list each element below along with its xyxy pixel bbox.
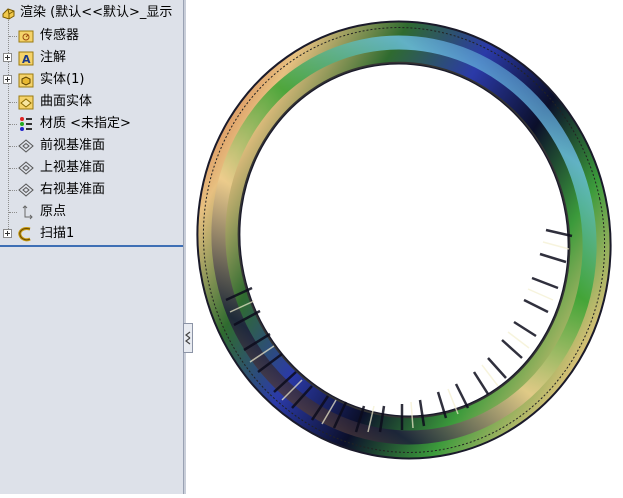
tree-item-front-plane[interactable]: 前视基准面 <box>0 135 183 157</box>
plane-icon <box>18 182 34 198</box>
solid-bodies-folder-icon <box>18 72 34 88</box>
expand-plus-icon[interactable] <box>3 75 12 84</box>
tree-item-label: 传感器 <box>40 28 80 43</box>
annotation-folder-icon: A <box>18 50 34 66</box>
twisted-ring-model <box>196 20 612 460</box>
sweep-feature-icon <box>18 226 34 242</box>
tree-item-surface-bodies[interactable]: 曲面实体 <box>0 91 183 113</box>
tree-item-solid-bodies[interactable]: 实体(1) <box>0 69 183 91</box>
tree-item-label: 右视基准面 <box>40 182 106 197</box>
tree-item-label: 材质 <未指定> <box>40 116 131 131</box>
tree-item-label: 扫描1 <box>40 226 75 241</box>
tree-item-label: 上视基准面 <box>40 160 106 175</box>
tree-item-label: 原点 <box>40 204 67 219</box>
tree-item-origin[interactable]: 原点 <box>0 201 183 223</box>
plane-icon <box>18 160 34 176</box>
tree-item-top-plane[interactable]: 上视基准面 <box>0 157 183 179</box>
origin-icon <box>18 204 34 220</box>
sensor-folder-icon <box>18 28 34 44</box>
expand-plus-icon[interactable] <box>3 53 12 62</box>
feature-manager-tree: 渲染 (默认<<默认>_显示 传感器 A 注解 实体(1) 曲面实体 材质 <未… <box>0 0 183 494</box>
expand-plus-icon[interactable] <box>3 229 12 238</box>
tree-item-label: 注解 <box>40 50 67 65</box>
part-icon <box>1 5 17 21</box>
rollback-bar[interactable] <box>0 245 183 247</box>
tree-item-annotations[interactable]: A 注解 <box>0 47 183 69</box>
svg-text:A: A <box>22 53 31 66</box>
tree-item-label: 实体(1) <box>40 72 85 87</box>
tree-item-material[interactable]: 材质 <未指定> <box>0 113 183 135</box>
tree-item-right-plane[interactable]: 右视基准面 <box>0 179 183 201</box>
tree-item-sweep1[interactable]: 扫描1 <box>0 223 183 245</box>
tree-root-part[interactable]: 渲染 (默认<<默认>_显示 <box>0 2 183 24</box>
tree-item-label: 前视基准面 <box>40 138 106 153</box>
material-icon <box>18 116 34 132</box>
surface-bodies-folder-icon <box>18 94 34 110</box>
plane-icon <box>18 138 34 154</box>
graphics-viewport[interactable] <box>186 0 623 494</box>
tree-item-label: 曲面实体 <box>40 94 93 109</box>
tree-root-label: 渲染 (默认<<默认>_显示 <box>20 5 173 20</box>
tree-item-sensors[interactable]: 传感器 <box>0 25 183 47</box>
